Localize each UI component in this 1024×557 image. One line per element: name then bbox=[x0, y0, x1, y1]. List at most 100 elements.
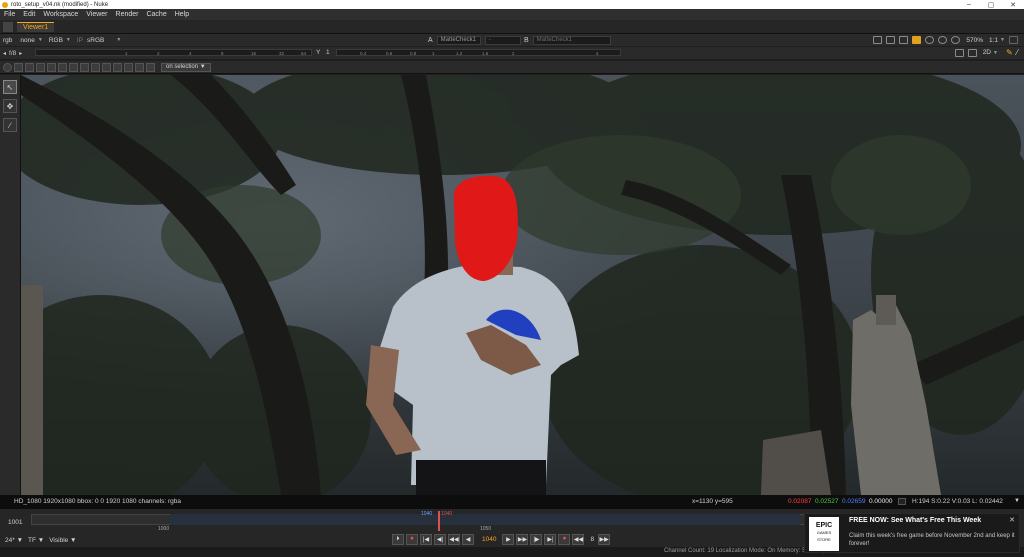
loop-icon[interactable]: ⏺ bbox=[558, 534, 571, 545]
settings-gear-icon[interactable] bbox=[3, 62, 12, 72]
play-backward-icon[interactable]: ◀ bbox=[462, 534, 474, 545]
menu-edit[interactable]: Edit bbox=[23, 11, 35, 18]
roi-icon[interactable] bbox=[873, 36, 883, 44]
minimize-button[interactable]: – bbox=[958, 0, 980, 9]
overlay-icon[interactable] bbox=[899, 36, 909, 44]
tool-option-5[interactable] bbox=[58, 62, 67, 72]
green-value: 0.02527 bbox=[815, 498, 839, 505]
input-b-field[interactable]: MatteCheck1 bbox=[532, 36, 611, 45]
last-frame-icon[interactable]: ▶| bbox=[544, 534, 557, 545]
fstop-value[interactable]: f/8 bbox=[9, 50, 16, 57]
menu-render[interactable]: Render bbox=[116, 11, 139, 18]
ip-label: IP bbox=[76, 36, 84, 44]
step-forward-icon[interactable]: ▶▶ bbox=[516, 534, 529, 545]
pause-icon[interactable] bbox=[925, 36, 935, 44]
timeline-mid-label: 1050 bbox=[480, 526, 492, 532]
display-dropdown[interactable]: RGB ▼ bbox=[49, 37, 71, 44]
tool-option-6[interactable] bbox=[69, 62, 78, 72]
eyedropper-icon[interactable]: ⁄ bbox=[1017, 48, 1018, 57]
zoom-level[interactable]: 570% bbox=[966, 37, 983, 44]
tf-dropdown[interactable]: TF ▼ bbox=[28, 537, 44, 544]
brush-tool-icon[interactable]: ∕ bbox=[3, 118, 17, 132]
tool-option-10[interactable] bbox=[113, 62, 122, 72]
skip-forward-icon[interactable]: ▶▶ bbox=[598, 534, 611, 545]
lut-dropdown[interactable]: sRGB ▼ bbox=[87, 37, 121, 44]
alpha-value: 0.00000 bbox=[869, 498, 893, 505]
tf-value: TF bbox=[28, 536, 36, 544]
first-frame-icon[interactable]: |◀ bbox=[420, 534, 432, 545]
gain-increase-icon[interactable]: ▸ bbox=[19, 50, 22, 57]
visibility-dropdown[interactable]: Visible ▼ bbox=[49, 537, 76, 544]
pixel-ratio[interactable]: 1:1 bbox=[989, 37, 998, 44]
frame-field[interactable]: 1001 bbox=[8, 519, 22, 526]
tool-option-11[interactable] bbox=[124, 62, 133, 72]
chevron-down-icon[interactable]: ▼ bbox=[1014, 498, 1020, 504]
transform-tool-icon[interactable]: ✥ bbox=[3, 99, 17, 113]
gpu-icon[interactable] bbox=[951, 36, 961, 44]
ip-toggle[interactable]: IP bbox=[77, 37, 83, 44]
epic-notification[interactable]: EPIC GAMES STORE FREE NOW: See What's Fr… bbox=[804, 513, 1020, 553]
record-icon[interactable]: ⏺ bbox=[406, 534, 418, 545]
chevron-down-icon: ▼ bbox=[37, 37, 43, 43]
frame-increment[interactable]: 8 bbox=[590, 536, 594, 543]
viewer-mode-controls: 2D ▼ ✎ ⁄ bbox=[951, 48, 1018, 57]
display-value: RGB bbox=[48, 36, 63, 44]
maximize-button[interactable]: ▢ bbox=[980, 0, 1002, 9]
play-mode-icon[interactable]: ⏵ bbox=[392, 534, 404, 545]
refresh-icon[interactable] bbox=[938, 36, 948, 44]
roi-mode-dropdown[interactable]: on selection ▼ bbox=[161, 62, 211, 72]
close-window-button[interactable]: ✕ bbox=[1002, 0, 1024, 9]
alpha-dropdown[interactable]: none ▼ bbox=[20, 37, 42, 44]
playhead[interactable] bbox=[438, 511, 440, 531]
tool-option-3[interactable] bbox=[36, 62, 45, 72]
tool-option-2[interactable] bbox=[25, 62, 34, 72]
panel-menu-icon[interactable] bbox=[3, 21, 13, 32]
tool-option-12[interactable] bbox=[135, 62, 144, 72]
gamma-slider[interactable] bbox=[336, 49, 621, 56]
chevron-down-icon[interactable]: ▼ bbox=[1000, 37, 1005, 43]
skip-back-icon[interactable]: ◀◀ bbox=[572, 534, 585, 545]
color-swatch bbox=[898, 498, 906, 505]
next-keyframe-icon[interactable]: |▶ bbox=[530, 534, 543, 545]
current-frame[interactable]: 1040 bbox=[482, 536, 496, 543]
viewer-toolbar-top: rgb none ▼ RGB ▼ IP sRGB ▼ A MatteCheck1 - … bbox=[0, 34, 1024, 46]
menu-viewer[interactable]: Viewer bbox=[86, 11, 107, 18]
red-value: 0.02087 bbox=[788, 498, 812, 505]
tab-viewer1[interactable]: Viewer1 bbox=[17, 21, 55, 32]
close-icon[interactable]: ✕ bbox=[1009, 516, 1015, 524]
tool-option-7[interactable] bbox=[80, 62, 89, 72]
input-b-group: B MatteCheck1 bbox=[524, 36, 611, 45]
epic-games-logo: EPIC GAMES STORE bbox=[809, 517, 839, 551]
step-back-icon[interactable]: ◀◀ bbox=[448, 534, 460, 545]
logo-line-1: EPIC bbox=[815, 522, 833, 529]
viewer-canvas[interactable] bbox=[21, 75, 1024, 495]
viewer-menu-icon[interactable] bbox=[1009, 36, 1018, 44]
tool-option-4[interactable] bbox=[47, 62, 56, 72]
chevron-down-icon[interactable]: ▼ bbox=[993, 50, 998, 56]
tool-option-1[interactable] bbox=[14, 62, 23, 72]
gain-decrease-icon[interactable]: ◂ bbox=[3, 50, 6, 57]
menu-workspace[interactable]: Workspace bbox=[43, 11, 78, 18]
input-a-field[interactable]: MatteCheck1 bbox=[436, 36, 481, 45]
fps-dropdown[interactable]: 24* ▼ bbox=[5, 537, 23, 544]
menu-help[interactable]: Help bbox=[175, 11, 189, 18]
tool-option-8[interactable] bbox=[91, 62, 100, 72]
gamma-value[interactable]: 1 bbox=[326, 49, 330, 56]
roi-mode-value: on selection bbox=[166, 63, 199, 70]
wipe-icon[interactable] bbox=[967, 48, 977, 57]
crop-icon[interactable] bbox=[954, 48, 964, 57]
gain-slider[interactable] bbox=[35, 49, 312, 56]
tool-option-9[interactable] bbox=[102, 62, 111, 72]
view-mode-dropdown[interactable]: 2D bbox=[983, 49, 991, 56]
play-forward-icon[interactable]: ▶ bbox=[502, 534, 515, 545]
guides-icon[interactable] bbox=[912, 36, 922, 44]
brush-pick-icon[interactable]: ✎ bbox=[1006, 48, 1013, 57]
menu-file[interactable]: File bbox=[4, 11, 15, 18]
menu-cache[interactable]: Cache bbox=[146, 11, 166, 18]
prev-keyframe-icon[interactable]: ◀| bbox=[434, 534, 446, 545]
proxy-icon[interactable] bbox=[886, 36, 896, 44]
tool-option-13[interactable] bbox=[146, 62, 155, 72]
channels-dropdown[interactable]: rgb bbox=[3, 37, 12, 44]
input-a-operation[interactable]: - bbox=[484, 36, 521, 45]
select-tool-icon[interactable]: ↖ bbox=[3, 80, 17, 94]
